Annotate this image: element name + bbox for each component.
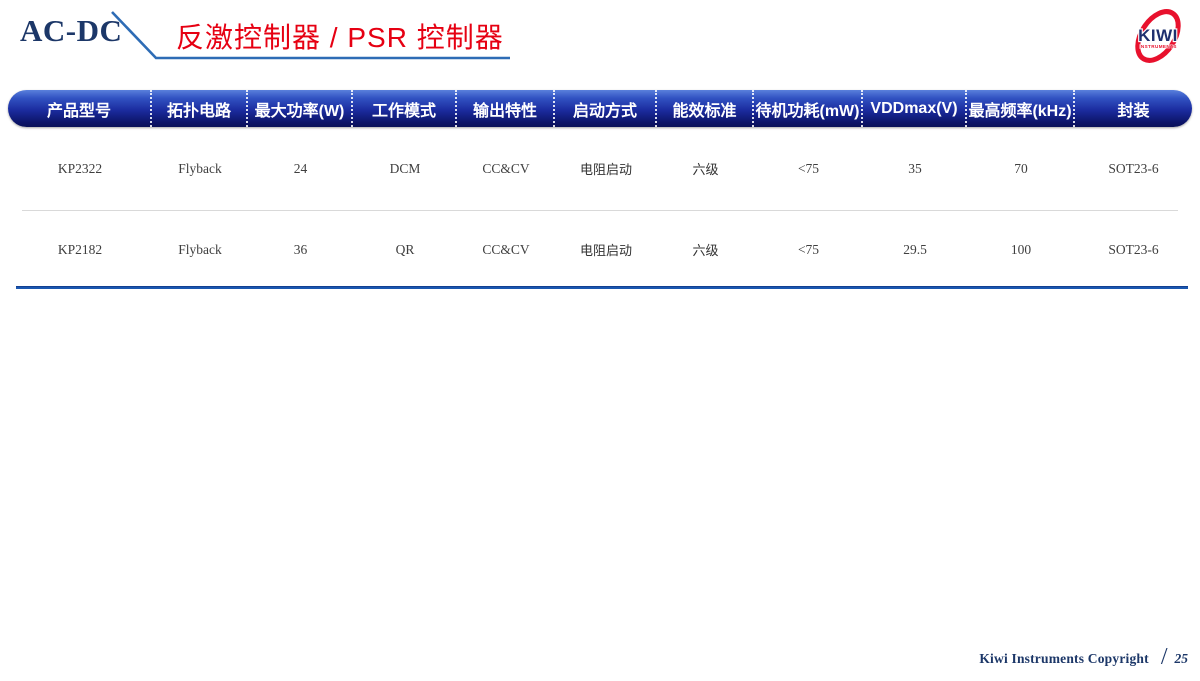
column-header-7: 能效标准 [657,90,754,127]
copyright-text: Kiwi Instruments Copyright [979,651,1148,667]
footer: Kiwi Instruments Copyright / 25 [979,645,1188,672]
logo-name: KIWI [1138,26,1178,45]
logo-subtitle: INSTRUMENTS [1139,44,1177,49]
footer-slash-icon: / [1161,644,1168,671]
table-cell: 电阻启动 [555,210,657,289]
table-cell: QR [353,210,457,289]
table-row: KP2322Flyback24DCMCC&CV电阻启动六级<753570SOT2… [8,127,1192,210]
table-cell: 24 [248,127,353,210]
column-header-9: VDDmax(V) [863,90,967,127]
table-cell: 六级 [657,127,754,210]
table-header-row: 产品型号拓扑电路最大功率(W)工作模式输出特性启动方式能效标准待机功耗(mW)V… [8,90,1192,127]
table-cell: SOT23-6 [1075,127,1192,210]
table-cell: 70 [967,127,1075,210]
table-cell: CC&CV [457,210,555,289]
table-cell: Flyback [152,127,248,210]
column-header-5: 输出特性 [457,90,555,127]
table-cell: 35 [863,127,967,210]
table-body: KP2322Flyback24DCMCC&CV电阻启动六级<753570SOT2… [8,127,1192,289]
table-cell: 29.5 [863,210,967,289]
kiwi-logo: KIWI INSTRUMENTS [1120,5,1196,69]
table-cell: <75 [754,127,863,210]
table-cell: DCM [353,127,457,210]
table-cell: KP2322 [8,127,152,210]
table-cell: KP2182 [8,210,152,289]
row-divider [22,210,1178,211]
column-header-2: 拓扑电路 [152,90,248,127]
slide: AC-DC 反激控制器 / PSR 控制器 KIWI INSTRUMENTS 产… [0,0,1200,681]
table-cell: CC&CV [457,127,555,210]
table-cell: 100 [967,210,1075,289]
table-cell: 36 [248,210,353,289]
column-header-11: 封装 [1075,90,1192,127]
column-header-10: 最高频率(kHz) [967,90,1075,127]
table-cell: 电阻启动 [555,127,657,210]
column-header-3: 最大功率(W) [248,90,353,127]
column-header-6: 启动方式 [555,90,657,127]
table-cell: SOT23-6 [1075,210,1192,289]
table-row: KP2182Flyback36QRCC&CV电阻启动六级<7529.5100SO… [8,210,1192,289]
page-number: 25 [1175,651,1189,667]
table-cell: 六级 [657,210,754,289]
table-cell: <75 [754,210,863,289]
column-header-8: 待机功耗(mW) [754,90,863,127]
column-header-1: 产品型号 [8,90,152,127]
column-header-4: 工作模式 [353,90,457,127]
section-label: AC-DC [20,13,122,49]
table-bottom-rule [16,286,1188,289]
page-title: 反激控制器 / PSR 控制器 [176,16,504,56]
table-cell: Flyback [152,210,248,289]
